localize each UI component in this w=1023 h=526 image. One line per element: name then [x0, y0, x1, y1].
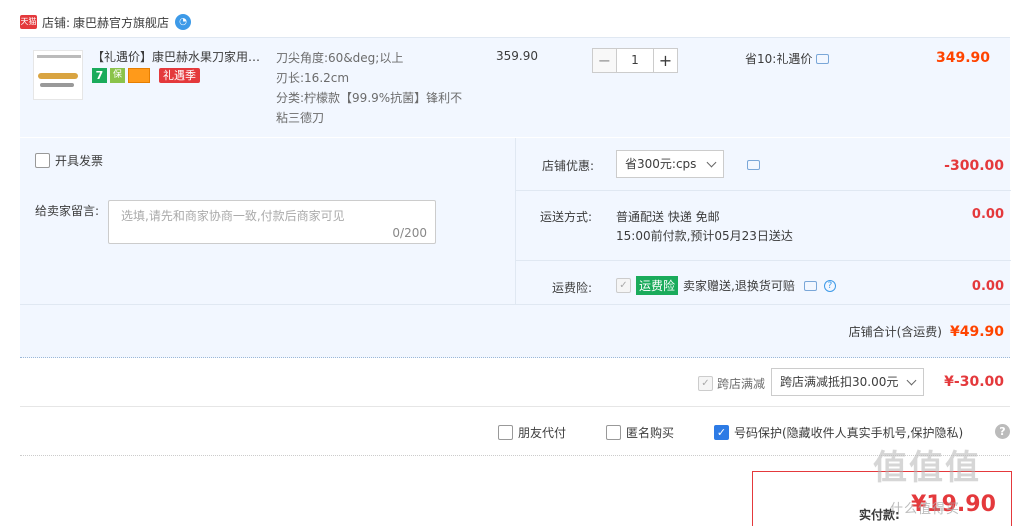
seven-day-return-icon: 7 [92, 68, 107, 83]
memo-placeholder: 选填,请先和商家协商一致,付款后商家可见 [121, 209, 345, 223]
quantity-minus-button[interactable]: − [592, 48, 617, 73]
memo-count: 0/200 [392, 226, 427, 240]
divider [516, 190, 1011, 191]
extra-options: 朋友代付 匿名购买 ✓ 号码保护(隐藏收件人真实手机号,保护隐私) ? [20, 408, 1010, 456]
chevron-down-icon [906, 375, 917, 385]
watermark-site: 什么值得买 [890, 502, 961, 517]
shipping-label: 运送方式: [540, 210, 593, 224]
invoice-option[interactable]: 开具发票 [35, 152, 103, 169]
anonymous-checkbox[interactable] [606, 425, 621, 440]
anonymous-option[interactable]: 匿名购买 [606, 424, 674, 441]
cross-store-selected: 跨店满减抵扣30.00元 [780, 375, 899, 389]
chevron-down-icon [706, 157, 717, 167]
left-options: 开具发票 给卖家留言: 选填,请先和商家协商一致,付款后商家可见 0/200 [20, 138, 515, 304]
shop-header: 天猫 店铺: 康巴赫官方旗舰店 ◔ [20, 12, 192, 32]
item-saving: 省10:礼遇价 [745, 50, 830, 67]
shipping-value: 0.00 [971, 207, 1004, 222]
cross-store-option[interactable]: ✓ 跨店满减 [698, 375, 765, 392]
cross-store-select[interactable]: 跨店满减抵扣30.00元 [771, 368, 925, 396]
insurance-badge: 运费险 [636, 276, 679, 295]
help-icon[interactable]: ? [995, 424, 1010, 439]
friend-pay-checkbox[interactable] [498, 425, 513, 440]
sku-line: 分类:柠檬款【99.9%抗菌】锋利不粘三德刀 [276, 91, 463, 125]
anonymous-label: 匿名购买 [626, 426, 675, 440]
insurance-value: 0.00 [971, 279, 1004, 294]
number-protect-option[interactable]: ✓ 号码保护(隐藏收件人真实手机号,保护隐私) [714, 424, 963, 441]
sku-line: 刀尖角度:60&deg;以上 [276, 51, 404, 65]
item-total: 349.90 [935, 50, 990, 66]
quantity-input[interactable]: 1 [617, 48, 653, 73]
shop-discount-label: 店铺优惠: [542, 159, 595, 173]
invoice-checkbox[interactable] [35, 153, 50, 168]
friend-pay-label: 朋友代付 [518, 426, 567, 440]
cross-store-discount: ✓ 跨店满减 跨店满减抵扣30.00元 ¥-30.00 [20, 360, 1010, 407]
tmall-icon: 天猫 [20, 15, 37, 29]
shop-discount-select[interactable]: 省300元:cps [616, 150, 725, 178]
card-pay-icon [128, 68, 150, 83]
quantity-stepper: − 1 + [592, 48, 678, 73]
order-options: 开具发票 给卖家留言: 选填,请先和商家协商一致,付款后商家可见 0/200 店… [20, 138, 1011, 358]
seller-memo-textarea[interactable]: 选填,请先和商家协商一致,付款后商家可见 0/200 [108, 200, 436, 244]
shop-discount-value: -300.00 [944, 158, 1004, 174]
subtotal-label: 店铺合计(含运费) [848, 325, 942, 339]
insurance-label: 运费险: [552, 281, 593, 295]
right-options: 店铺优惠: 省300元:cps -300.00 运送方式: 普通配送 快递 免邮… [515, 138, 1011, 304]
help-icon[interactable]: ? [823, 279, 836, 292]
shipping-eta: 15:00前付款,预计05月23日送达 [616, 229, 793, 243]
product-title[interactable]: 【礼遇价】康巴赫水果刀家用菜… [92, 48, 270, 65]
shipping-method: 普通配送 快递 免邮 [616, 210, 720, 224]
insurance-text: 卖家赠送,退换货可赔 [683, 279, 795, 293]
product-sku: 刀尖角度:60&deg;以上 刃长:16.2cm 分类:柠檬款【99.9%抗菌】… [276, 48, 466, 128]
cross-store-label: 跨店满减 [717, 377, 766, 391]
number-protect-label: 号码保护(隐藏收件人真实手机号,保护隐私) [734, 426, 964, 440]
insurance-info: ✓ 运费险 卖家赠送,退换货可赔 ? [616, 276, 836, 295]
cross-store-checkbox: ✓ [698, 376, 713, 391]
message-icon[interactable] [816, 53, 830, 64]
saving-text: 省10:礼遇价 [745, 52, 813, 66]
divider [20, 304, 1010, 305]
sku-line: 刃长:16.2cm [276, 71, 350, 85]
order-item: 【礼遇价】康巴赫水果刀家用菜… 7 保 礼遇季 刀尖角度:60&deg;以上 刃… [20, 37, 1010, 137]
wangwang-chat-icon[interactable]: ◔ [175, 14, 192, 30]
memo-label: 给卖家留言: [35, 204, 100, 218]
friend-pay-option[interactable]: 朋友代付 [498, 424, 566, 441]
watermark-logo: 值值值 [873, 448, 981, 488]
gift-season-badge: 礼遇季 [159, 68, 200, 83]
guarantee-icon: 保 [110, 68, 125, 83]
number-protect-checkbox[interactable]: ✓ [714, 425, 729, 440]
shop-discount-selected: 省300元:cps [625, 157, 697, 171]
shop-subtotal: 店铺合计(含运费) ¥49.90 [849, 323, 1004, 340]
shop-label: 店铺: [42, 15, 71, 30]
shipping-info: 普通配送 快递 免邮 15:00前付款,预计05月23日送达 [616, 208, 793, 246]
cross-store-value: ¥-30.00 [944, 374, 1004, 390]
product-badges: 7 保 礼遇季 [92, 68, 200, 83]
subtotal-value: ¥49.90 [949, 323, 1004, 340]
message-icon[interactable] [747, 160, 760, 170]
quantity-plus-button[interactable]: + [653, 48, 678, 73]
unit-price: 359.90 [496, 49, 538, 63]
invoice-label: 开具发票 [55, 154, 104, 168]
product-thumbnail[interactable] [33, 50, 83, 100]
message-icon[interactable] [803, 280, 817, 291]
shop-name[interactable]: 康巴赫官方旗舰店 [73, 14, 169, 31]
divider [516, 260, 1011, 261]
insurance-checkbox: ✓ [616, 278, 631, 293]
